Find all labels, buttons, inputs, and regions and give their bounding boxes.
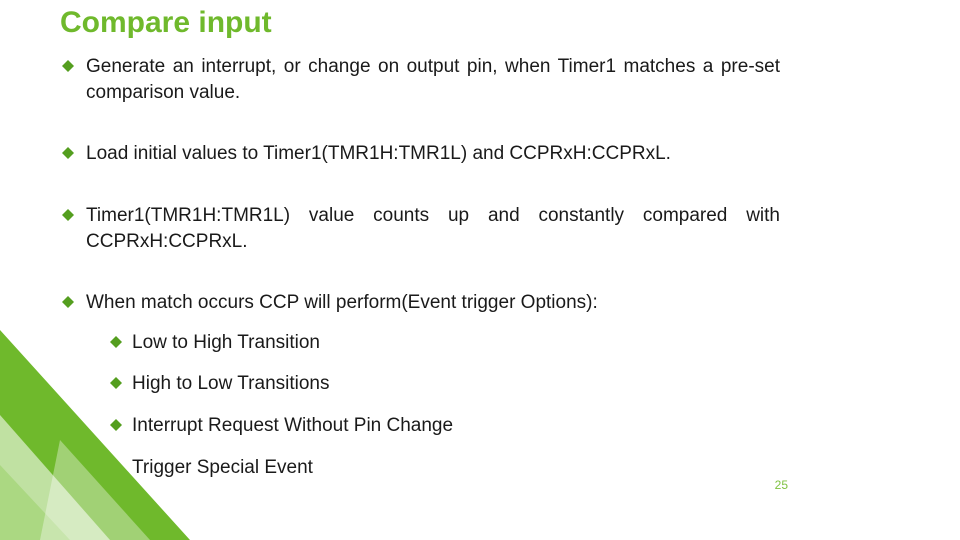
- slide: Compare input Generate an interrupt, or …: [0, 0, 960, 540]
- bullet-list: Generate an interrupt, or change on outp…: [60, 54, 900, 480]
- sub-bullet-item: Interrupt Request Without Pin Change: [108, 413, 780, 439]
- bullet-text: Generate an interrupt, or change on outp…: [86, 56, 780, 103]
- sub-bullet-item: Low to High Transition: [108, 330, 780, 356]
- bullet-item: Load initial values to Timer1(TMR1H:TMR1…: [60, 141, 780, 167]
- sub-bullet-text: Interrupt Request Without Pin Change: [132, 415, 453, 436]
- bullet-text: When match occurs CCP will perform(Event…: [86, 292, 598, 313]
- bullet-item: Generate an interrupt, or change on outp…: [60, 54, 780, 105]
- bullet-text: Timer1(TMR1H:TMR1L) value counts up and …: [86, 205, 780, 252]
- slide-title: Compare input: [60, 0, 900, 54]
- bullet-item: When match occurs CCP will perform(Event…: [60, 290, 780, 480]
- page-number: 25: [775, 478, 788, 492]
- sub-bullet-item: Trigger Special Event: [108, 455, 780, 481]
- sub-bullet-item: High to Low Transitions: [108, 371, 780, 397]
- sub-bullet-text: Low to High Transition: [132, 332, 320, 353]
- sub-bullet-list: Low to High Transition High to Low Trans…: [108, 330, 780, 481]
- bullet-item: Timer1(TMR1H:TMR1L) value counts up and …: [60, 203, 780, 254]
- sub-bullet-text: High to Low Transitions: [132, 373, 330, 394]
- sub-bullet-text: Trigger Special Event: [132, 457, 313, 478]
- bullet-text: Load initial values to Timer1(TMR1H:TMR1…: [86, 143, 671, 164]
